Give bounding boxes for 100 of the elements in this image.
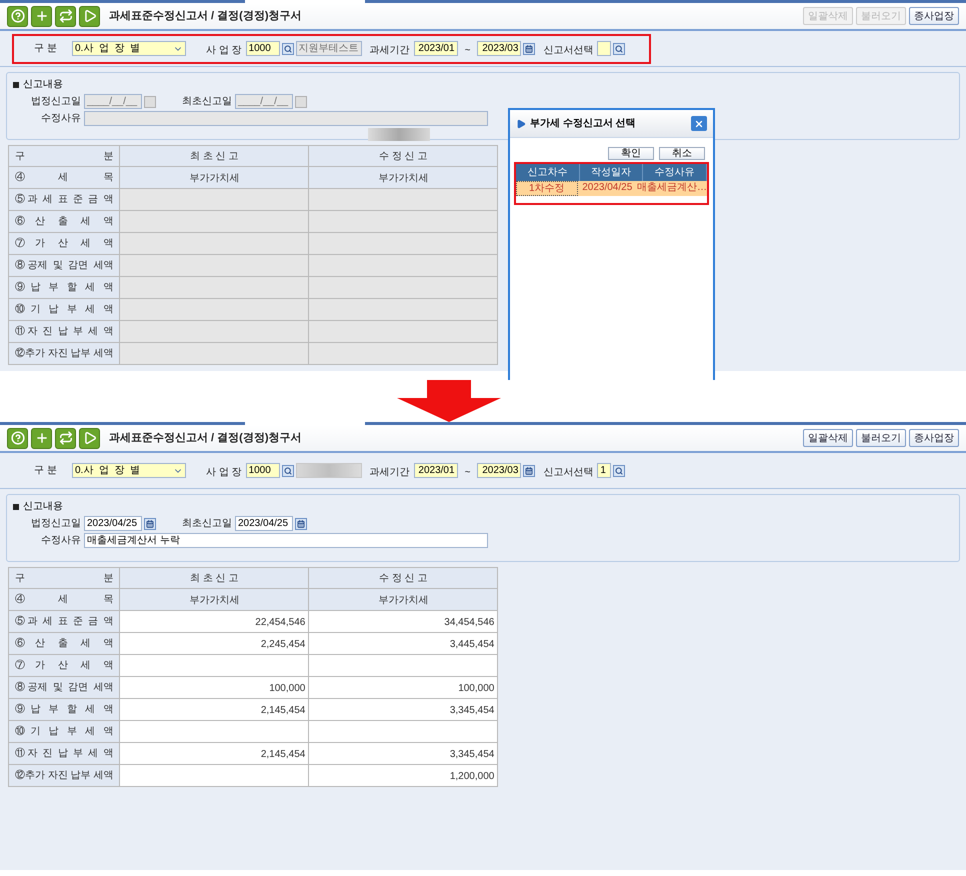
close-icon [694, 118, 704, 128]
help-icon[interactable] [7, 6, 28, 26]
calendar-button[interactable] [523, 42, 536, 54]
square-bullet-icon [13, 504, 19, 510]
grid-row[interactable]: 1차수정 2023/04/25 매출세금계산… [516, 181, 707, 196]
row-label: ⑤과 세 표 준 금 액 [8, 188, 120, 210]
table-cell: 100,000 [120, 676, 309, 698]
grid-cell-text: 2023/04/25 [581, 181, 634, 195]
input-field[interactable]: 1000 [246, 41, 280, 56]
input-field[interactable]: 2023/01 [414, 463, 458, 478]
calendar-button[interactable] [144, 518, 156, 530]
division-select[interactable]: 0.사 업 장 별 [72, 463, 186, 478]
table-cell: 2,145,454 [120, 742, 309, 764]
calendar-button[interactable] [523, 464, 536, 476]
blurred-field [296, 463, 362, 478]
plus-icon[interactable] [31, 428, 52, 448]
action-button[interactable]: 불러오기 [856, 429, 906, 447]
input-field[interactable]: 2023/04/25 [235, 516, 293, 531]
table-cell: 3,345,454 [308, 742, 498, 764]
row-label: ⑩기 납 부 세 액 [8, 298, 120, 320]
field-label: ~ [464, 44, 470, 56]
input-field[interactable]: 1 [597, 463, 612, 478]
calendar-button[interactable] [295, 518, 307, 530]
table-cell: 1,200,000 [308, 764, 498, 786]
table-cell: 부가가치세 [308, 588, 498, 610]
table-cell: 100,000 [308, 676, 498, 698]
window-title: 과세표준수정신고서 / 결정(경정)청구서 [109, 430, 302, 446]
field-label: 수정사유 [41, 113, 81, 124]
play-icon [516, 118, 526, 128]
column-header: 수 정 신 고 [308, 146, 498, 166]
table-cell: 3,345,454 [308, 698, 498, 720]
input-field[interactable]: 매출세금계산서 누락 [84, 533, 488, 548]
help-icon[interactable] [7, 428, 28, 448]
play-icon[interactable] [79, 428, 100, 448]
search-button[interactable] [282, 464, 294, 476]
action-button[interactable]: 종사업장 [909, 7, 959, 25]
column-header: 최 초 신 고 [120, 146, 309, 166]
table-cell: 부가가치세 [120, 166, 309, 188]
field-label: 법정신고일 [31, 96, 81, 107]
table-cell: 22,454,546 [120, 610, 309, 632]
dialog-button[interactable]: 확인 [608, 147, 654, 160]
field-label: ~ [464, 466, 470, 478]
input-field[interactable]: 지원부테스트 [296, 41, 362, 56]
row-label: ⑧공제 및 감면 세액 [8, 254, 120, 276]
field-label: 신고서선택 [543, 44, 594, 56]
column-header: 수 정 신 고 [308, 568, 498, 588]
close-button[interactable] [691, 116, 707, 131]
field-label: 과세기간 [370, 466, 410, 478]
row-label: ⑨납 부 할 세 액 [8, 276, 120, 298]
row-label: ⑥산 출 세 액 [8, 210, 120, 232]
field-label: 구 분 [34, 42, 58, 56]
column-header: 최 초 신 고 [120, 568, 309, 588]
division-select[interactable]: 0.사 업 장 별 [72, 41, 186, 56]
section-heading: 신고내용 [23, 500, 63, 514]
row-label: ⑧공제 및 감면 세액 [8, 676, 120, 698]
grid-cell: 1차수정 [516, 181, 578, 196]
field-label: 법정신고일 [31, 518, 81, 529]
input-field[interactable]: 2023/03 [477, 41, 522, 56]
field-label: 구 분 [34, 464, 58, 478]
input-field[interactable]: 2023/03 [477, 463, 522, 478]
column-header: 구 분 [8, 568, 120, 588]
field-label: 최초신고일 [182, 96, 232, 107]
table-cell: 2,245,454 [120, 632, 309, 654]
action-button[interactable]: 일괄삭제 [803, 429, 853, 447]
row-label: ⑫추가 자진 납부 세액 [8, 342, 120, 364]
input-field[interactable] [597, 41, 612, 56]
search-button[interactable] [613, 464, 626, 476]
input-field[interactable]: 2023/01 [414, 41, 458, 56]
input-field[interactable]: 1000 [246, 463, 280, 478]
row-label: ⑦가 산 세 액 [8, 232, 120, 254]
section-heading: 신고내용 [23, 78, 63, 92]
dialog-button[interactable]: 취소 [659, 147, 705, 160]
row-label: ⑫추가 자진 납부 세액 [8, 764, 120, 786]
down-arrow-icon [397, 380, 501, 422]
row-label: ⑦가 산 세 액 [8, 654, 120, 676]
row-label: ⑤과 세 표 준 금 액 [8, 610, 120, 632]
action-button[interactable]: 종사업장 [909, 429, 959, 447]
row-label: ⑪자 진 납 부 세 액 [8, 320, 120, 342]
field-label: 과세기간 [370, 44, 410, 56]
field-label: 신고서선택 [543, 466, 594, 478]
search-button[interactable] [613, 42, 626, 54]
search-button[interactable] [282, 42, 294, 54]
square-bullet-icon [13, 82, 19, 88]
table-cell: 34,454,546 [308, 610, 498, 632]
table-cell: 부가가치세 [308, 166, 498, 188]
dialog-title: 부가세 수정신고서 선택 [530, 117, 637, 131]
input-field[interactable]: 2023/04/25 [84, 516, 142, 531]
field-label: 최초신고일 [182, 518, 232, 529]
table-cell: 2,145,454 [120, 698, 309, 720]
plus-icon[interactable] [31, 6, 52, 26]
field-label: 사 업 장 [206, 466, 242, 478]
repeat-icon[interactable] [55, 428, 76, 448]
row-label: ⑩기 납 부 세 액 [8, 720, 120, 742]
table-cell: 부가가치세 [120, 588, 309, 610]
input-field[interactable] [84, 111, 488, 126]
row-label: ④세 목 [8, 588, 120, 610]
row-label: ④세 목 [8, 166, 120, 188]
play-icon[interactable] [79, 6, 100, 26]
repeat-icon[interactable] [55, 6, 76, 26]
grid-cell-text: 매출세금계산… [637, 181, 707, 195]
